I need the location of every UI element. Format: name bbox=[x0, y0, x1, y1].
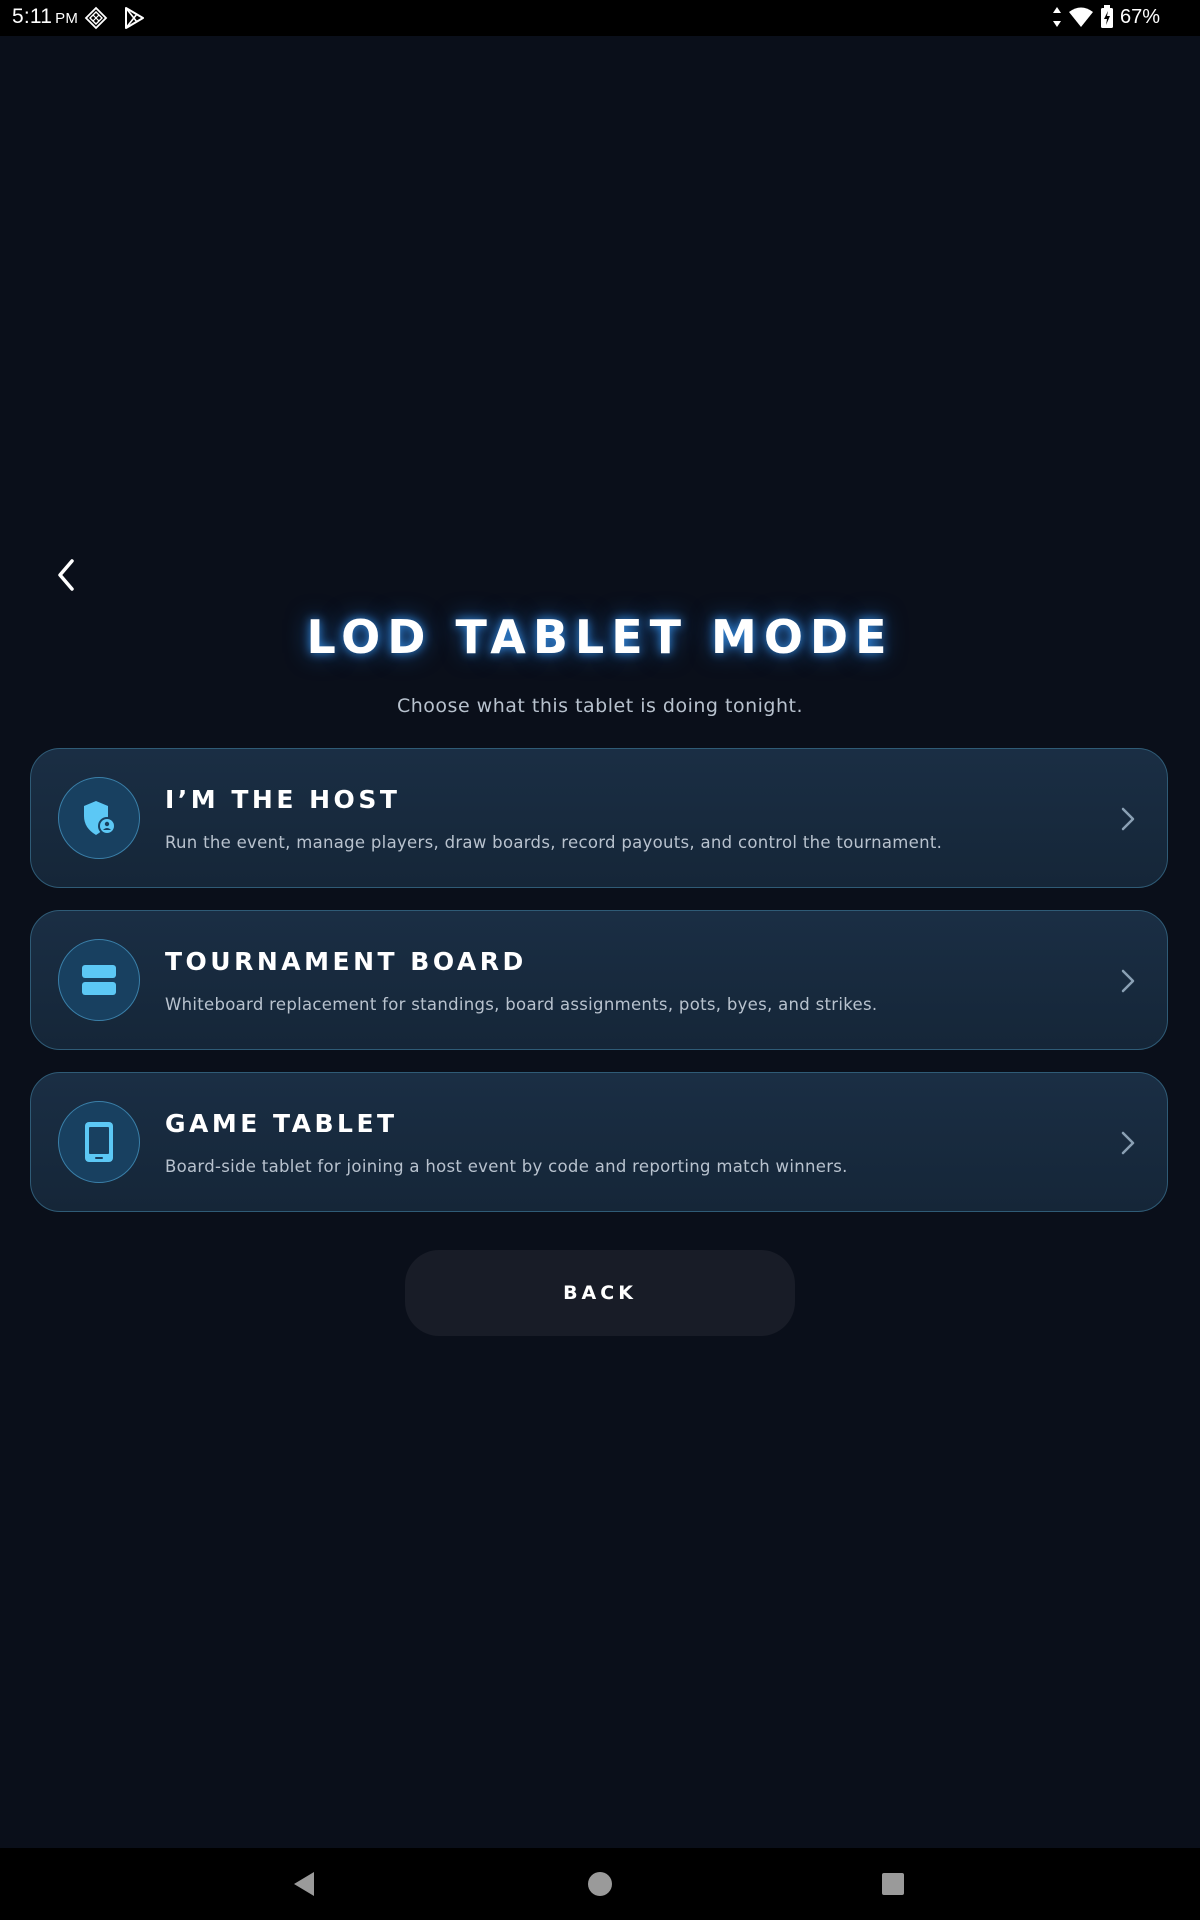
host-icon-circle bbox=[58, 777, 140, 859]
status-notification-icons bbox=[84, 6, 146, 30]
page-subtitle: Choose what this tablet is doing tonight… bbox=[396, 695, 804, 717]
host-mode-description: Run the event, manage players, draw boar… bbox=[165, 833, 943, 852]
nav-home-icon[interactable] bbox=[582, 1866, 618, 1902]
system-navigation-bar bbox=[0, 1848, 1200, 1920]
battery-percentage: 67% bbox=[1119, 5, 1160, 28]
chevron-right-icon bbox=[1121, 807, 1135, 831]
tournament-board-icon-circle bbox=[58, 939, 140, 1021]
game-tablet-icon-circle bbox=[58, 1101, 140, 1183]
chevron-right-icon bbox=[1121, 969, 1135, 993]
status-bar: 5:11 PM 67% bbox=[0, 0, 1200, 36]
page-title: LOD TABLET MODE bbox=[306, 610, 894, 664]
nav-back-icon[interactable] bbox=[288, 1866, 324, 1902]
tournament-board-mode-card[interactable]: TOURNAMENT BOARD Whiteboard replacement … bbox=[30, 910, 1168, 1050]
chevron-right-icon bbox=[1121, 1131, 1135, 1155]
status-time: 5:11 PM bbox=[12, 5, 78, 29]
status-time-value: 5:11 bbox=[12, 5, 53, 28]
battery-charging-icon bbox=[1100, 5, 1113, 28]
data-transfer-icon bbox=[1052, 7, 1061, 27]
status-system-icons: 67% bbox=[1052, 5, 1160, 29]
wifi-icon bbox=[1068, 7, 1093, 27]
shield-user-icon bbox=[84, 801, 116, 835]
tournament-board-mode-description: Whiteboard replacement for standings, bo… bbox=[165, 995, 878, 1014]
play-store-icon bbox=[125, 7, 144, 29]
back-arrow-icon[interactable] bbox=[48, 553, 84, 597]
app-notification-icon bbox=[84, 6, 108, 30]
tablet-icon bbox=[85, 1122, 113, 1162]
host-mode-title: I’M THE HOST bbox=[165, 785, 401, 814]
back-button[interactable]: BACK bbox=[405, 1250, 795, 1336]
host-mode-card[interactable]: I’M THE HOST Run the event, manage playe… bbox=[30, 748, 1168, 888]
game-tablet-mode-description: Board-side tablet for joining a host eve… bbox=[165, 1157, 848, 1176]
game-tablet-mode-title: GAME TABLET bbox=[165, 1109, 398, 1138]
tournament-board-mode-title: TOURNAMENT BOARD bbox=[165, 947, 527, 976]
game-tablet-mode-card[interactable]: GAME TABLET Board-side tablet for joinin… bbox=[30, 1072, 1168, 1212]
status-time-ampm: PM bbox=[55, 10, 79, 27]
board-icon bbox=[82, 965, 116, 995]
nav-recents-icon[interactable] bbox=[875, 1866, 911, 1902]
